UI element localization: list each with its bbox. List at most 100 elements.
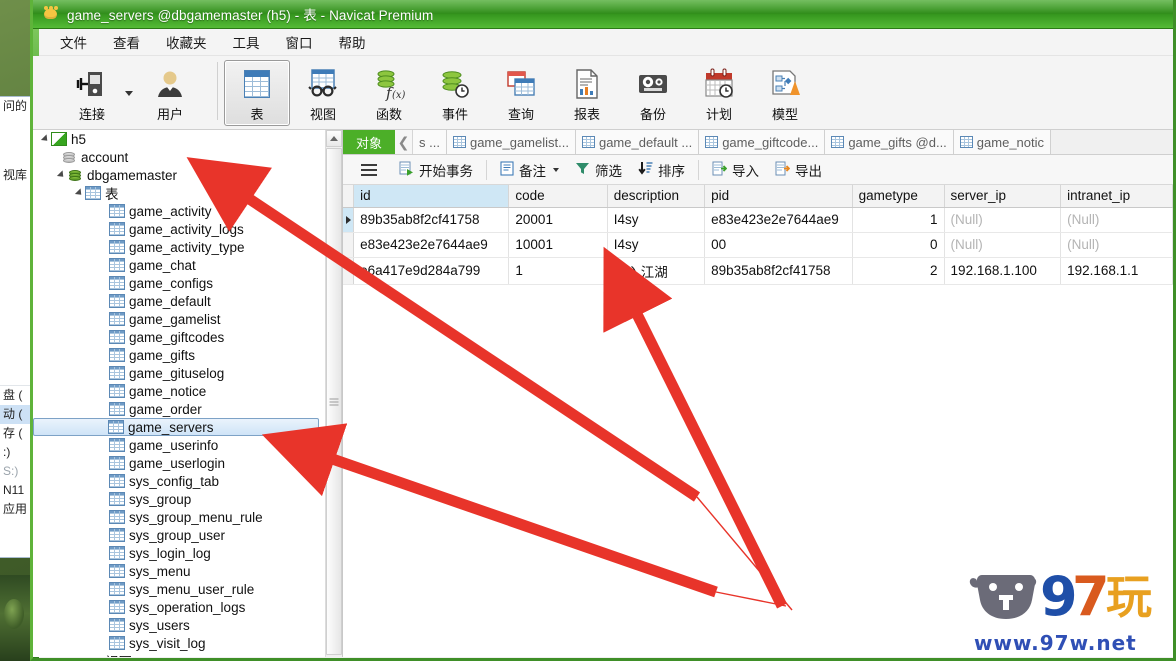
menu-item-file[interactable]: 文件 (47, 29, 100, 55)
tree-node-sys-menu-user-rule[interactable]: sys_menu_user_rule (33, 580, 325, 598)
tree-node-sys-config-tab[interactable]: sys_config_tab (33, 472, 325, 490)
cell-pid[interactable]: 89b35ab8f2cf41758 (704, 257, 853, 285)
sort-button[interactable]: 排序 (630, 158, 693, 182)
tree-node-tables-folder[interactable]: 表 (33, 184, 325, 202)
menu-item-tools[interactable]: 工具 (220, 29, 273, 55)
cell-code[interactable]: 1 (508, 257, 608, 285)
column-header-server-ip[interactable]: server_ip (944, 185, 1062, 208)
cell-pid[interactable]: 00 (704, 232, 853, 258)
cell-description[interactable]: I4sy (607, 232, 706, 258)
tree-node-sys-users[interactable]: sys_users (33, 616, 325, 634)
title-bar[interactable]: game_servers @dbgamemaster (h5) - 表 - Na… (33, 0, 1173, 29)
tree-node-game-notice[interactable]: game_notice (33, 382, 325, 400)
grid-menu-button[interactable] (351, 162, 391, 178)
tree-node-sys-visit-log[interactable]: sys_visit_log (33, 634, 325, 652)
scrollbar-thumb[interactable] (326, 148, 342, 655)
export-button[interactable]: 导出 (767, 158, 830, 182)
toolbar-button-function[interactable]: f (x) 函数 (356, 60, 422, 126)
tree-node-game-userlogin[interactable]: game_userlogin (33, 454, 325, 472)
cell-id[interactable]: 89b35ab8f2cf41758 (353, 207, 510, 233)
cell-pid[interactable]: e83e423e2e7644ae9 (704, 207, 853, 233)
tree-node-game-order[interactable]: game_order (33, 400, 325, 418)
cell-code[interactable]: 20001 (508, 207, 608, 233)
tree-node-sys-group[interactable]: sys_group (33, 490, 325, 508)
tree-node-game-activity-type[interactable]: game_activity_type (33, 238, 325, 256)
toolbar-button-schedule[interactable]: 计划 (686, 60, 752, 126)
cell-gametype[interactable]: 2 (852, 257, 945, 285)
tab-document-5[interactable]: game_notic (953, 130, 1052, 154)
column-header-code[interactable]: code (508, 185, 608, 208)
tree-node-game-chat[interactable]: game_chat (33, 256, 325, 274)
toolbar-button-model[interactable]: 模型 (752, 60, 818, 126)
column-header-pid[interactable]: pid (704, 185, 853, 208)
cell-id[interactable]: e83e423e2e7644ae9 (353, 232, 510, 258)
tree-node-sys-group-menu-rule[interactable]: sys_group_menu_rule (33, 508, 325, 526)
toolbar-button-view[interactable]: 视图 (290, 60, 356, 126)
cell-code[interactable]: 10001 (508, 232, 608, 258)
object-tree-pane[interactable]: h5 account dbgamemaster 表 game_activity (33, 130, 343, 657)
cell-description[interactable]: I4sy (607, 207, 706, 233)
cell-gametype[interactable]: 0 (852, 232, 945, 258)
tab-document-2[interactable]: game_default ... (575, 130, 700, 154)
column-header-id[interactable]: id (353, 185, 510, 208)
cell-description[interactable]: 初入江湖 (607, 257, 706, 285)
chevron-down-icon[interactable] (553, 167, 559, 172)
tree-node-game-gituselog[interactable]: game_gituselog (33, 364, 325, 382)
import-button[interactable]: 导入 (704, 158, 767, 182)
tree-node-game-userinfo[interactable]: game_userinfo (33, 436, 325, 454)
filter-button[interactable]: 筛选 (567, 158, 630, 182)
table-row[interactable]: e6a417e9d284a799 1 初入江湖 89b35ab8f2cf4175… (343, 257, 1173, 285)
cell-intranet-ip[interactable]: (Null) (1060, 207, 1173, 233)
toolbar-button-event[interactable]: 事件 (422, 60, 488, 126)
tree-node-sys-group-user[interactable]: sys_group_user (33, 526, 325, 544)
chevron-left-icon[interactable]: ❮ (395, 130, 414, 154)
tree-node-sys-operation-logs[interactable]: sys_operation_logs (33, 598, 325, 616)
cell-id[interactable]: e6a417e9d284a799 (353, 257, 510, 285)
table-row[interactable]: e83e423e2e7644ae9 10001 I4sy 00 0 (Null)… (343, 232, 1173, 258)
cell-server-ip[interactable]: 192.168.1.100 (944, 257, 1062, 285)
data-grid[interactable]: id code description pid gametype server_… (343, 185, 1173, 657)
tree-node-game-servers[interactable]: game_servers (33, 418, 319, 436)
tab-objects[interactable]: 对象 (343, 130, 396, 154)
tree-node-sys-login-log[interactable]: sys_login_log (33, 544, 325, 562)
toolbar-button-user[interactable]: 用户 (137, 60, 203, 126)
menu-item-help[interactable]: 帮助 (326, 29, 379, 55)
scroll-up-arrow[interactable] (326, 130, 342, 147)
begin-transaction-button[interactable]: 开始事务 (391, 158, 481, 182)
expander-icon[interactable] (55, 170, 67, 180)
cell-server-ip[interactable]: (Null) (944, 207, 1062, 233)
toolbar-button-connection[interactable]: 连接 (59, 60, 133, 126)
cell-gametype[interactable]: 1 (852, 207, 945, 233)
tree-node-account[interactable]: account (33, 148, 325, 166)
tree-node-game-gamelist[interactable]: game_gamelist (33, 310, 325, 328)
chevron-down-icon[interactable] (125, 91, 133, 96)
menu-item-favorites[interactable]: 收藏夹 (153, 29, 220, 55)
tab-document-1[interactable]: game_gamelist... (446, 130, 576, 154)
toolbar-button-report[interactable]: 报表 (554, 60, 620, 126)
cell-server-ip[interactable]: (Null) (944, 232, 1062, 258)
tree-node-dbgamemaster[interactable]: dbgamemaster (33, 166, 325, 184)
column-header-intranet-ip[interactable]: intranet_ip (1060, 185, 1173, 208)
tree-node-game-activity[interactable]: game_activity (33, 202, 325, 220)
tab-document-3[interactable]: game_giftcode... (699, 130, 826, 154)
tab-document-4[interactable]: game_gifts @d... (825, 130, 954, 154)
tree-node-views-folder[interactable]: 视图 (33, 652, 325, 657)
menu-item-window[interactable]: 窗口 (273, 29, 326, 55)
background-explorer-window[interactable]: 问的 视库 盘 ( 动 ( 存 ( :) S:) N11 应用 (0, 96, 34, 558)
expander-icon[interactable] (73, 188, 85, 198)
expander-icon[interactable] (39, 134, 51, 144)
tree-node-game-activity-logs[interactable]: game_activity_logs (33, 220, 325, 238)
tree-node-sys-menu[interactable]: sys_menu (33, 562, 325, 580)
cell-intranet-ip[interactable]: 192.168.1.1 (1060, 257, 1173, 285)
column-header-description[interactable]: description (607, 185, 706, 208)
tree-node-game-giftcodes[interactable]: game_giftcodes (33, 328, 325, 346)
toolbar-button-table[interactable]: 表 (224, 60, 290, 126)
cell-intranet-ip[interactable]: (Null) (1060, 232, 1173, 258)
tree-node-game-configs[interactable]: game_configs (33, 274, 325, 292)
column-header-gametype[interactable]: gametype (852, 185, 945, 208)
tab-document-0[interactable]: s ... (413, 130, 447, 154)
tree-node-game-gifts[interactable]: game_gifts (33, 346, 325, 364)
toolbar-button-backup[interactable]: 备份 (620, 60, 686, 126)
tree-node-h5[interactable]: h5 (33, 130, 325, 148)
table-row[interactable]: 89b35ab8f2cf41758 20001 I4sy e83e423e2e7… (343, 207, 1173, 233)
